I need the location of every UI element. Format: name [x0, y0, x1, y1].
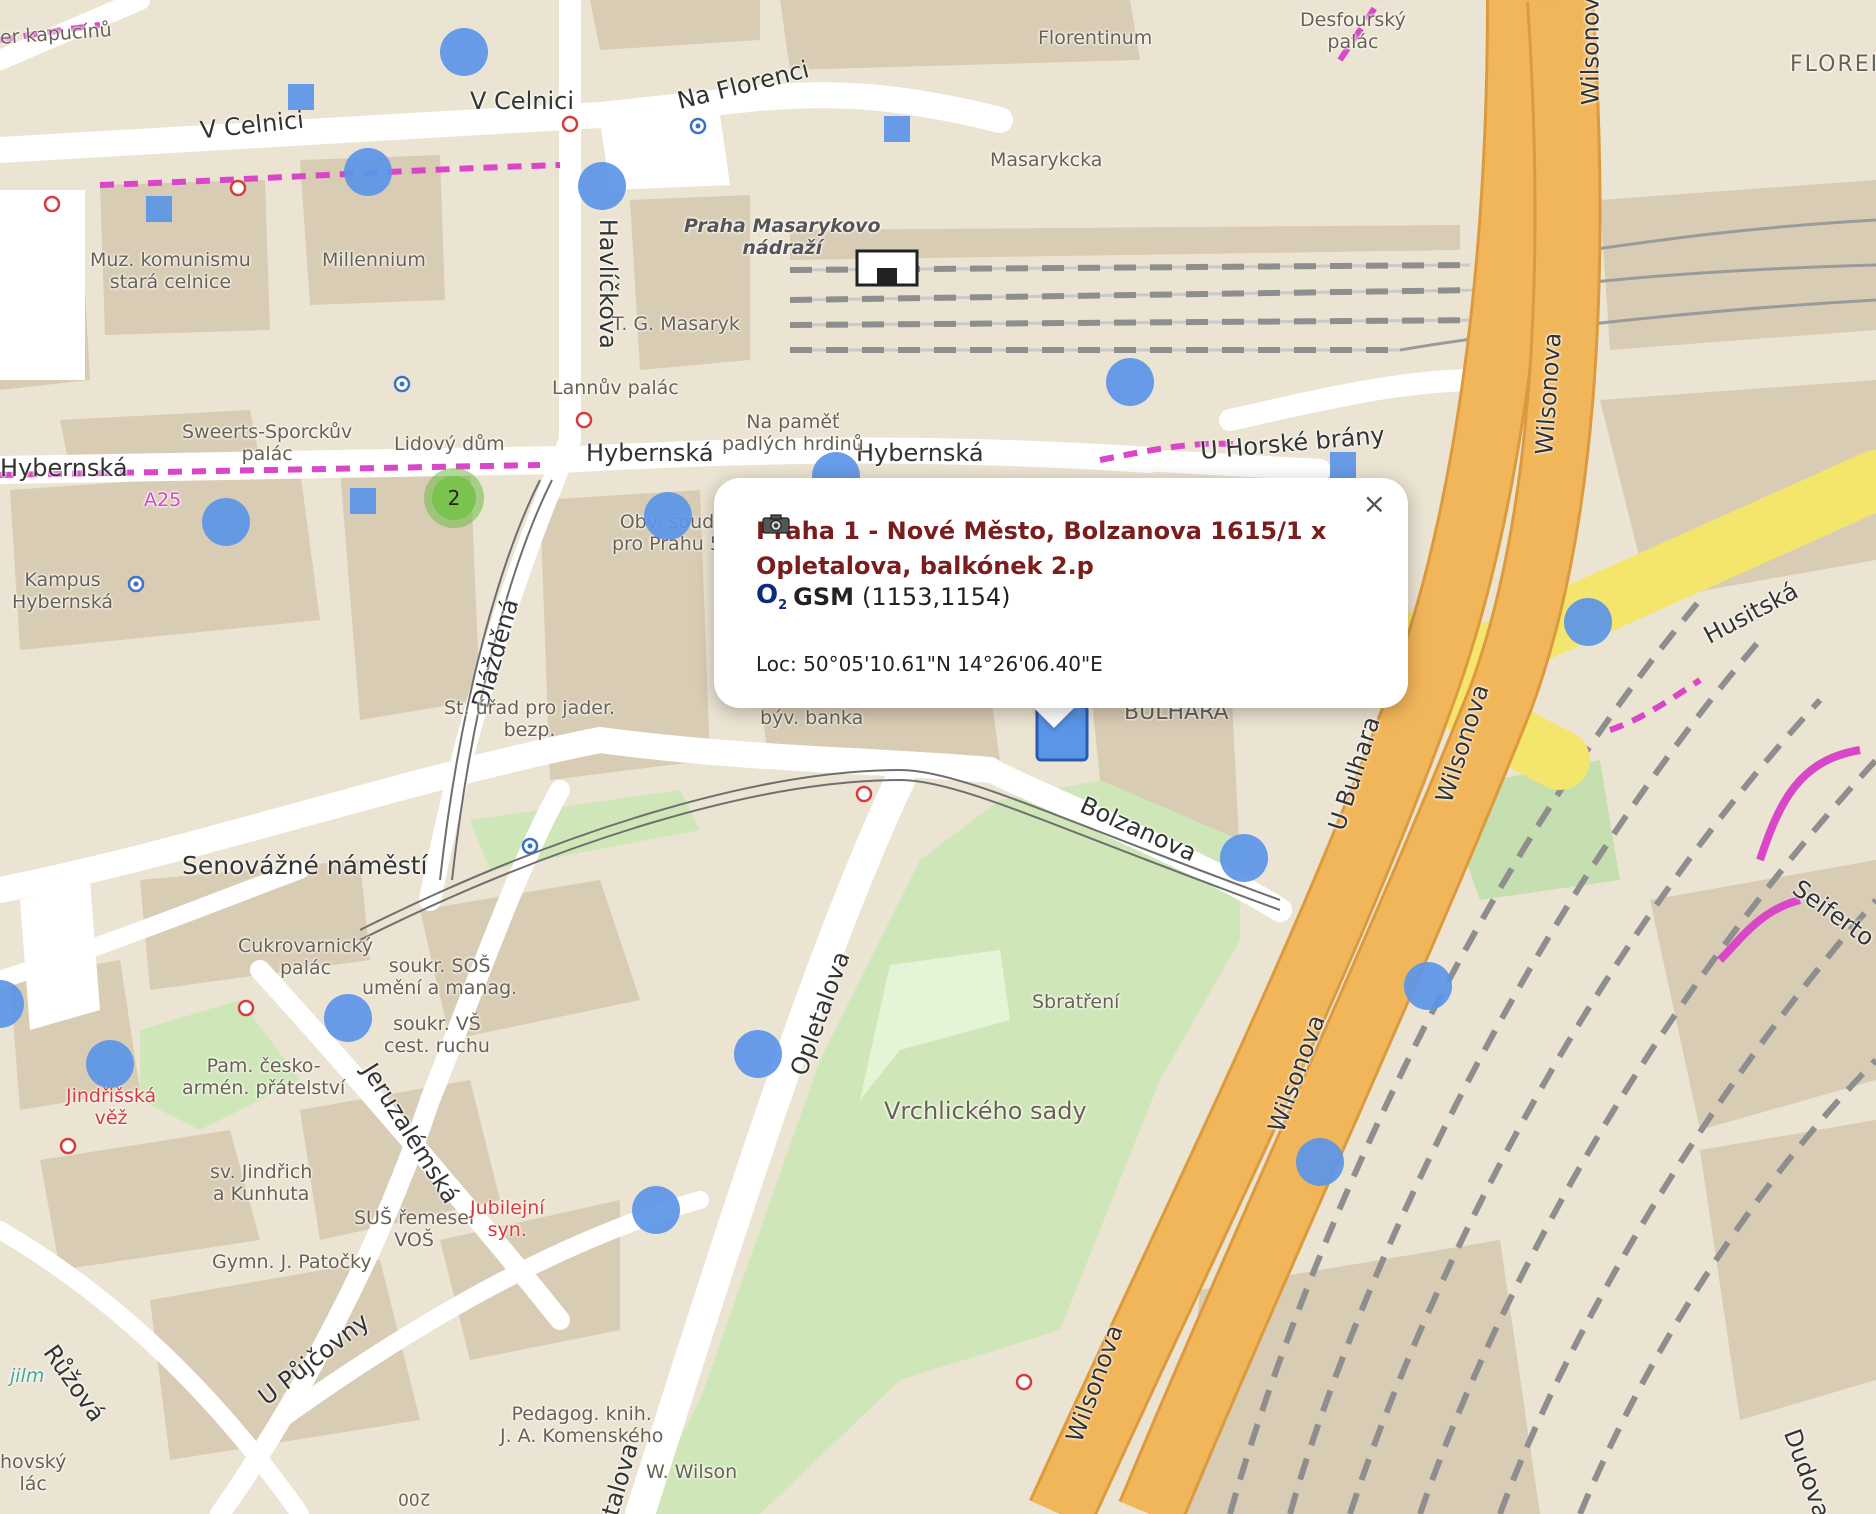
poi-pam-cesko: Pam. česko- armén. přátelství	[182, 1055, 346, 1099]
poi-sus-remesel: SUŠ řemesel VOŠ	[354, 1207, 475, 1251]
popup-network-line: O2 GSM (1153,1154)	[756, 580, 1011, 613]
poi-sweerts: Sweerts-Sporckův palác	[182, 421, 353, 465]
park-vrchlickeho-sady: Vrchlického sady	[884, 1097, 1087, 1125]
poi-st-urad: St. úřad pro jader. bezp.	[444, 697, 616, 741]
site-info-popup: × Praha 1 - Nové Město, Bolzanova 1615/1…	[714, 478, 1408, 708]
close-popup-button[interactable]: ×	[1357, 486, 1392, 521]
poi-millennium: Millennium	[322, 249, 426, 271]
cluster-count: 2	[432, 476, 476, 520]
street-v-celnici-2: V Celnici	[470, 87, 574, 115]
poi-jindrisska-vez: Jindřišská věž	[66, 1085, 157, 1129]
poi-lannuv-palac: Lannův palác	[552, 377, 679, 399]
poi-jubilejni-syn: Jubilejní syn.	[470, 1197, 545, 1241]
map-base-layer[interactable]	[0, 0, 1876, 1514]
popup-title-text: Praha 1 - Nové Město, Bolzanova 1615/1 x…	[756, 517, 1327, 580]
street-senovazne-namesti: Senovážné náměstí	[182, 851, 428, 880]
poi-hovsky: hovský lác	[0, 1451, 67, 1495]
street-hybernska-3: Hybernská	[856, 439, 984, 467]
poi-pedagog-knih: Pedagog. knih. J. A. Komenského	[500, 1403, 664, 1447]
route-a25: A25	[144, 489, 182, 511]
popup-tip	[1032, 706, 1076, 728]
street-hybernska-1: Hybernská	[0, 454, 128, 482]
poi-byv-banka: býv. banka	[760, 707, 864, 729]
poi-gymn-patocky: Gymn. J. Patočky	[212, 1251, 372, 1273]
camera-icon[interactable]	[762, 514, 790, 534]
network-type: GSM	[793, 582, 855, 611]
house-number-200: 200	[398, 1488, 431, 1509]
cell-ids: (1153,1154)	[862, 582, 1011, 611]
operator-logo: O2	[756, 580, 788, 614]
street-wilsonova-1: Wilsonova	[1576, 0, 1605, 106]
poi-sv-jindrich: sv. Jindřich a Kunhuta	[210, 1161, 313, 1205]
poi-jilm: jilm	[10, 1365, 45, 1387]
poi-desfourskych: Desfourský palác	[1300, 9, 1406, 53]
street-florentinum: Florentinum	[1038, 27, 1153, 49]
poi-soukr-sos: soukr. SOŠ umění a manag.	[362, 955, 518, 999]
poi-praha-masarykovo: Praha Masarykovo nádraží	[684, 215, 881, 259]
poi-muz-komunismu: Muz. komunismu stará celnice	[90, 249, 251, 293]
poi-soukr-vs: soukr. VŠ cest. ruchu	[384, 1013, 490, 1057]
street-masarykcka: Masarykcka	[990, 149, 1103, 171]
poi-w-wilson: W. Wilson	[646, 1461, 738, 1483]
poi-cukrovarnicky: Cukrovarnický palác	[238, 935, 374, 979]
popup-title: Praha 1 - Nové Město, Bolzanova 1615/1 x…	[756, 514, 1356, 584]
poi-na-pamet: Na paměť padlých hrdinů	[722, 411, 864, 455]
poi-sbratreni: Sbratření	[1032, 991, 1120, 1013]
street-hybernska-2: Hybernská	[586, 439, 714, 467]
cluster-marker[interactable]: 2	[424, 468, 484, 528]
map-view[interactable]: V Celnici V Celnici Na Florenci Havlíčko…	[0, 0, 1876, 1514]
poi-tg-masaryk: T. G. Masaryk	[612, 313, 740, 335]
poi-kampus: Kampus Hybernská	[12, 569, 114, 613]
poi-lidovy-dum: Lidový dům	[394, 433, 505, 455]
poi-obv-soud: Obv. soud pro Prahu 5	[612, 511, 722, 555]
area-florenc: FLOREI	[1790, 52, 1876, 77]
popup-location: Loc: 50°05'10.61"N 14°26'06.40"E	[756, 652, 1103, 676]
